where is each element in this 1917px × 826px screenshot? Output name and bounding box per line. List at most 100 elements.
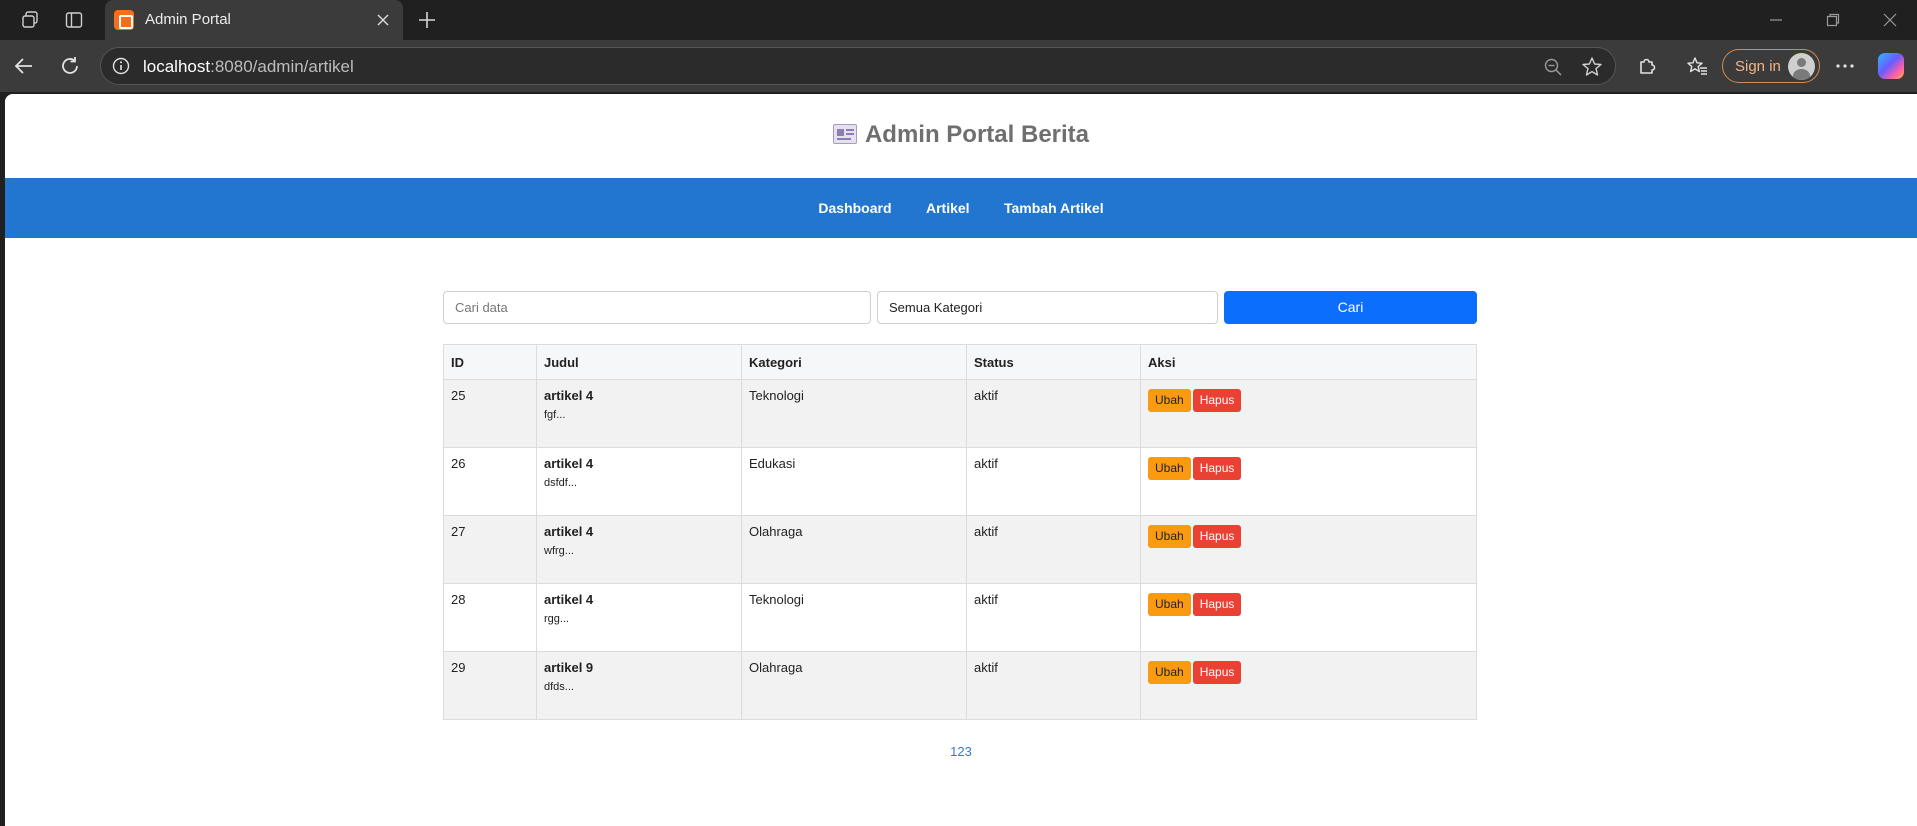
reload-icon[interactable]	[57, 53, 83, 79]
address-bar[interactable]: localhost:8080/admin/artikel	[100, 47, 1616, 85]
delete-button[interactable]: Hapus	[1192, 525, 1242, 548]
table-row: 29 artikel 9 dfds... Olahraga aktif Ubah H…	[443, 651, 1477, 720]
tab-actions-icon[interactable]	[63, 9, 85, 31]
cell-status: aktif	[966, 379, 1141, 448]
search-button[interactable]: Cari	[1224, 291, 1477, 324]
cell-status: aktif	[966, 447, 1141, 516]
article-snippet: fgf...	[544, 409, 566, 421]
header-judul: Judul	[536, 344, 742, 380]
close-window-icon[interactable]	[1878, 8, 1902, 32]
new-tab-icon[interactable]	[414, 7, 440, 33]
article-title: artikel 9	[544, 660, 594, 675]
minimize-icon[interactable]	[1764, 8, 1788, 32]
zoom-out-icon[interactable]	[1543, 57, 1563, 77]
sign-in-button[interactable]: Sign in	[1722, 49, 1820, 83]
cell-id: 29	[443, 651, 537, 720]
cell-aksi: Ubah Hapus	[1140, 379, 1477, 448]
cell-judul: artikel 4 dsfdf...	[536, 447, 742, 516]
favorite-star-icon[interactable]	[1581, 56, 1603, 78]
cell-id: 26	[443, 447, 537, 516]
article-title: artikel 4	[544, 592, 594, 607]
cell-aksi: Ubah Hapus	[1140, 515, 1477, 584]
cell-id: 27	[443, 515, 537, 584]
edit-button[interactable]: Ubah	[1148, 457, 1191, 480]
browser-toolbar: localhost:8080/admin/artikel Sign in	[0, 40, 1917, 92]
web-page: Admin Portal Berita Dashboard Artikel Ta…	[5, 94, 1917, 826]
article-snippet: dsfdf...	[544, 477, 578, 489]
cell-status: aktif	[966, 515, 1141, 584]
article-title: artikel 4	[544, 524, 594, 539]
site-info-icon[interactable]	[112, 57, 130, 75]
cell-aksi: Ubah Hapus	[1140, 583, 1477, 652]
more-options-icon[interactable]	[1832, 53, 1858, 79]
delete-button[interactable]: Hapus	[1192, 593, 1242, 616]
delete-button[interactable]: Hapus	[1192, 389, 1242, 412]
edit-button[interactable]: Ubah	[1148, 525, 1191, 548]
cell-status: aktif	[966, 651, 1141, 720]
cell-id: 25	[443, 379, 537, 448]
table-row: 26 artikel 4 dsfdf... Edukasi aktif Ubah H…	[443, 447, 1477, 516]
newspaper-icon	[832, 124, 857, 144]
edit-button[interactable]: Ubah	[1148, 389, 1191, 412]
workspaces-icon[interactable]	[19, 9, 41, 31]
extensions-icon[interactable]	[1634, 53, 1660, 79]
edit-button[interactable]: Ubah	[1148, 593, 1191, 616]
table-row: 27 artikel 4 wfrg... Olahraga aktif Ubah H…	[443, 515, 1477, 584]
cell-kategori: Olahraga	[741, 651, 967, 720]
cell-kategori: Teknologi	[741, 379, 967, 448]
table-row: 28 artikel 4 rgg... Teknologi aktif Ubah H…	[443, 583, 1477, 652]
header-aksi: Aksi	[1140, 344, 1477, 380]
nav-tambah-artikel-link[interactable]: Tambah Artikel	[1004, 178, 1104, 238]
back-icon[interactable]	[11, 53, 37, 79]
nav-dashboard-link[interactable]: Dashboard	[818, 178, 891, 238]
delete-button[interactable]: Hapus	[1192, 457, 1242, 480]
cell-kategori: Edukasi	[741, 447, 967, 516]
nav-artikel-link[interactable]: Artikel	[926, 178, 970, 238]
article-snippet: rgg...	[544, 613, 570, 625]
delete-button[interactable]: Hapus	[1192, 661, 1242, 684]
xampp-favicon-icon	[114, 10, 134, 30]
cell-judul: artikel 4 rgg...	[536, 583, 742, 652]
browser-tab-bar: Admin Portal	[0, 0, 1917, 40]
browser-tab[interactable]: Admin Portal	[105, 0, 403, 40]
header-status: Status	[966, 344, 1141, 380]
site-header: Admin Portal Berita	[5, 94, 1917, 178]
header-id: ID	[443, 344, 537, 380]
table-row: 25 artikel 4 fgf... Teknologi aktif Ubah H…	[443, 379, 1477, 448]
url-text: localhost:8080/admin/artikel	[143, 57, 354, 77]
header-kategori: Kategori	[741, 344, 967, 380]
restore-icon[interactable]	[1821, 8, 1845, 32]
pagination: 123	[5, 744, 1917, 759]
article-snippet: wfrg...	[544, 545, 574, 557]
cell-aksi: Ubah Hapus	[1140, 447, 1477, 516]
cell-aksi: Ubah Hapus	[1140, 651, 1477, 720]
page-link-2[interactable]: 2	[957, 744, 964, 759]
article-title: artikel 4	[544, 388, 594, 403]
edit-button[interactable]: Ubah	[1148, 661, 1191, 684]
table-header-row: ID Judul Kategori Status Aksi	[443, 344, 1477, 380]
cell-judul: artikel 4 fgf...	[536, 379, 742, 448]
cell-status: aktif	[966, 583, 1141, 652]
favorites-icon[interactable]	[1684, 53, 1710, 79]
page-link-3[interactable]: 3	[965, 744, 972, 759]
sign-in-label: Sign in	[1735, 58, 1781, 75]
cell-judul: artikel 4 wfrg...	[536, 515, 742, 584]
main-nav: Dashboard Artikel Tambah Artikel	[5, 178, 1917, 238]
close-tab-icon[interactable]	[371, 8, 395, 32]
category-select[interactable]: Semua Kategori	[877, 291, 1218, 324]
site-title-text: Admin Portal Berita	[864, 121, 1090, 148]
article-table: ID Judul Kategori Status Aksi 25 artikel…	[443, 344, 1477, 720]
article-snippet: dfds...	[544, 681, 574, 693]
cell-judul: artikel 9 dfds...	[536, 651, 742, 720]
url-path: :8080/admin/artikel	[210, 57, 354, 76]
copilot-icon[interactable]	[1878, 53, 1904, 79]
cell-kategori: Olahraga	[741, 515, 967, 584]
tab-title: Admin Portal	[145, 11, 231, 28]
cell-id: 28	[443, 583, 537, 652]
search-form: Semua Kategori Cari	[443, 291, 1477, 324]
article-title: artikel 4	[544, 456, 594, 471]
cell-kategori: Teknologi	[741, 583, 967, 652]
url-host: localhost	[143, 57, 211, 76]
search-input[interactable]	[443, 291, 871, 324]
profile-avatar-icon	[1788, 53, 1815, 80]
